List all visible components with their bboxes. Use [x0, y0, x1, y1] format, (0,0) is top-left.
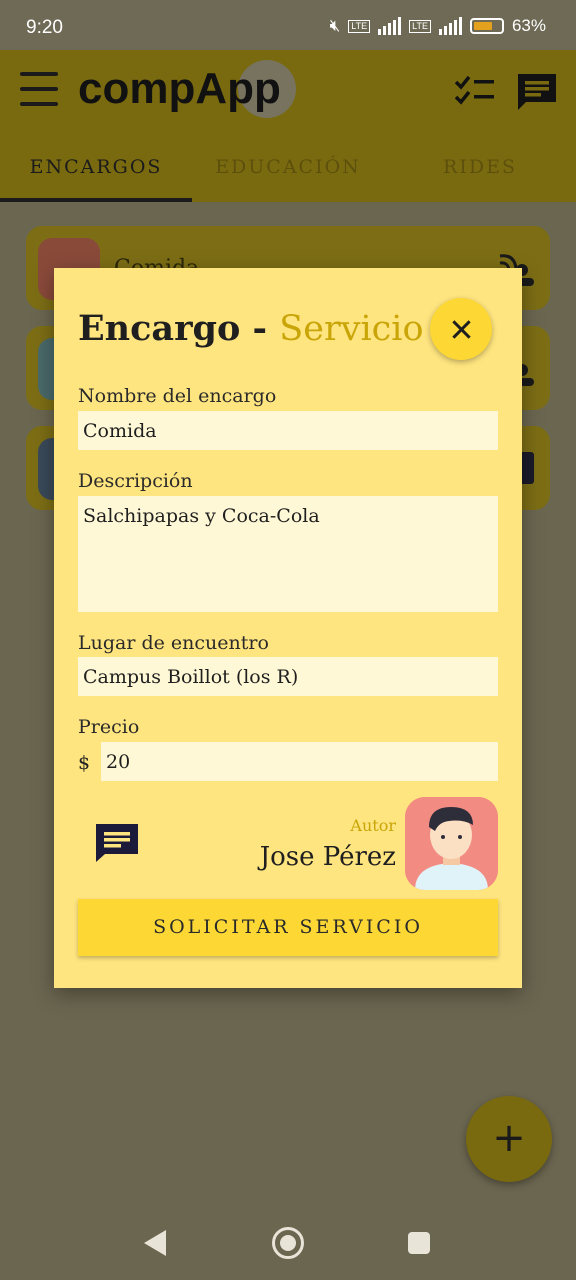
request-service-button[interactable]: SOLICITAR SERVICIO [78, 899, 498, 956]
back-icon[interactable] [144, 1230, 166, 1256]
author-label: Autor [350, 816, 396, 835]
chat-icon[interactable] [94, 822, 140, 864]
status-bar: 9:20 🔇︎ LTE LTE 63% [0, 0, 576, 50]
menu-icon[interactable] [20, 72, 58, 110]
volte-icon: LTE [348, 19, 371, 33]
encargo-dialog: Encargo - Servicio Nombre del encargo Co… [54, 268, 522, 988]
battery-level: 63% [511, 16, 546, 35]
price-field[interactable]: 20 [101, 742, 498, 781]
tab-bar: ENCARGOS EDUCACIÓN RIDES [0, 142, 576, 202]
signal-4g-icon [438, 17, 462, 35]
tab-encargos[interactable]: ENCARGOS [0, 142, 192, 202]
status-time: 9:20 [26, 17, 63, 38]
place-label: Lugar de encuentro [78, 632, 269, 654]
dialog-title: Encargo - Servicio [78, 308, 424, 349]
description-label: Descripción [78, 470, 193, 492]
close-icon[interactable] [430, 298, 492, 360]
dialog-title-main: Encargo - [78, 308, 280, 349]
author-name: Jose Pérez [259, 842, 396, 872]
volte-icon-2: LTE [409, 19, 431, 33]
price-label: Precio [78, 716, 140, 738]
add-button[interactable]: + [466, 1096, 552, 1182]
mute-icon: 🔇︎ [329, 16, 341, 35]
description-field[interactable]: Salchipapas y Coca-Cola [78, 496, 498, 612]
name-label: Nombre del encargo [78, 385, 277, 407]
place-field[interactable]: Campus Boillot (los R) [78, 657, 498, 696]
app-logo: compApp [78, 64, 281, 113]
checklist-icon[interactable] [454, 74, 496, 106]
recents-icon[interactable] [408, 1232, 430, 1254]
dialog-title-accent: Servicio [279, 309, 424, 349]
app-bar: compApp ENCARGOS EDUCACIÓN RIDES [0, 50, 576, 202]
status-icons: 🔇︎ LTE LTE 63% [330, 16, 546, 36]
chat-icon[interactable] [516, 72, 558, 112]
name-field[interactable]: Comida [78, 411, 498, 450]
signal-icon [378, 17, 402, 35]
tab-educacion[interactable]: EDUCACIÓN [192, 142, 384, 202]
home-icon[interactable] [272, 1227, 304, 1259]
price-prefix: $ [78, 752, 91, 774]
tab-rides[interactable]: RIDES [384, 142, 576, 202]
battery-icon [469, 18, 504, 34]
author-avatar [405, 797, 498, 890]
